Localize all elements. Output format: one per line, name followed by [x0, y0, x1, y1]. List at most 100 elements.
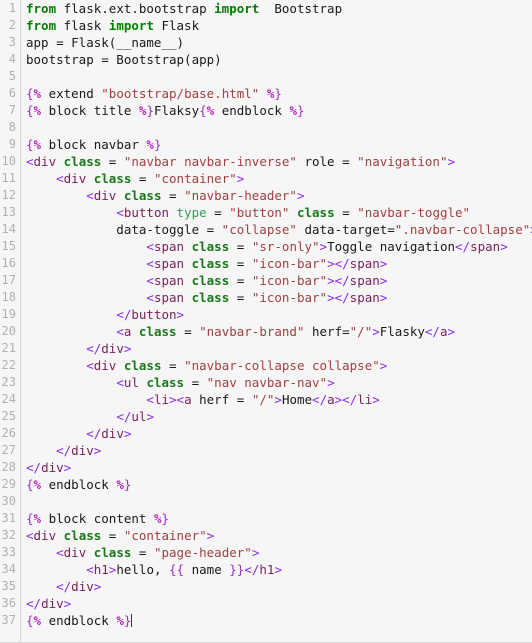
code-token: =: [229, 273, 252, 288]
code-token: class: [191, 273, 230, 288]
code-token: }: [123, 477, 132, 492]
code-line[interactable]: {% endblock %}: [22, 476, 532, 493]
code-token: <: [146, 273, 154, 288]
code-token: endblock: [41, 613, 117, 628]
code-token: <: [56, 171, 64, 186]
code-line[interactable]: <span class = "icon-bar"></span>: [22, 289, 532, 306]
code-token: endblock: [41, 477, 117, 492]
line-number: 31: [1, 511, 16, 525]
code-line[interactable]: </div>: [22, 442, 532, 459]
code-line[interactable]: <div class = "page-header">: [22, 544, 532, 561]
code-token: <: [116, 375, 124, 390]
code-editor[interactable]: 1 2 3 4 5 6 7 8 9 10 11 12 13 14 15 16 17 18 19 20 21 22 23 24 2…: [0, 0, 532, 643]
code-token: %: [289, 103, 297, 118]
code-token: <: [26, 528, 34, 543]
code-token: {: [26, 477, 34, 492]
code-token: span: [153, 290, 185, 305]
code-token: div: [71, 443, 94, 458]
code-line[interactable]: [22, 493, 532, 510]
code-line[interactable]: [22, 68, 532, 85]
code-token: >: [447, 324, 456, 339]
code-line[interactable]: {% block navbar %}: [22, 136, 532, 153]
code-token: class: [191, 290, 230, 305]
code-token: Flaksy: [153, 103, 200, 118]
code-token: }: [123, 613, 132, 628]
code-token: from: [26, 1, 57, 16]
code-token: "button": [229, 205, 290, 220]
line-number: 11: [1, 171, 16, 185]
code-line[interactable]: {% block content %}: [22, 510, 532, 527]
code-line[interactable]: {% extend "bootstrap/base.html" %}: [22, 85, 532, 102]
code-line[interactable]: <span class = "icon-bar"></span>: [22, 255, 532, 272]
code-token: block navbar: [41, 137, 147, 152]
code-token: =: [176, 324, 200, 339]
code-token: <: [86, 562, 94, 577]
code-token: %: [116, 613, 124, 628]
line-number: 3: [8, 35, 16, 49]
code-line[interactable]: </div>: [22, 425, 532, 442]
code-token: >: [327, 273, 335, 288]
line-number: 17: [1, 273, 16, 287]
code-line[interactable]: <ul class = "nav navbar-nav">: [22, 374, 532, 391]
code-token: %: [33, 511, 42, 526]
line-number: 24: [1, 392, 16, 406]
code-line[interactable]: </div>: [22, 578, 532, 595]
code-line[interactable]: </div>: [22, 340, 532, 357]
code-token: span: [349, 273, 380, 288]
code-line[interactable]: <div class = "container">: [22, 527, 532, 544]
code-line[interactable]: <h1>hello, {{ name }}</h1>: [22, 561, 532, 578]
code-token: =: [229, 256, 252, 271]
code-token: Flasky: [379, 324, 425, 339]
code-token: class: [138, 324, 177, 339]
code-line[interactable]: [22, 119, 532, 136]
code-token: {: [26, 613, 34, 628]
code-content-area[interactable]: from flask.ext.bootstrap import Bootstra…: [22, 0, 532, 642]
code-line[interactable]: </button>: [22, 306, 532, 323]
code-line[interactable]: <span class = "sr-only">Toggle navigatio…: [22, 238, 532, 255]
code-token: from: [26, 18, 57, 33]
code-line[interactable]: <div class = "navbar navbar-inverse" rol…: [22, 153, 532, 170]
code-line[interactable]: <span class = "icon-bar"></span>: [22, 272, 532, 289]
code-line[interactable]: <button type = "button" class = "navbar-…: [22, 204, 532, 221]
code-line[interactable]: <div class = "container">: [22, 170, 532, 187]
code-line[interactable]: from flask.ext.bootstrap import Bootstra…: [22, 0, 532, 17]
code-line[interactable]: <div class = "navbar-header">: [22, 187, 532, 204]
code-line[interactable]: </div>: [22, 595, 532, 612]
code-line[interactable]: <div class = "navbar-collapse collapse">: [22, 357, 532, 374]
code-token: "navbar-toggle": [357, 205, 471, 220]
code-token: "page-header": [153, 545, 252, 560]
code-token: h1: [259, 562, 275, 577]
code-token: >: [146, 409, 154, 424]
code-line[interactable]: </ul>: [22, 408, 532, 425]
line-number: 21: [1, 341, 16, 355]
line-number: 33: [1, 545, 16, 559]
code-line[interactable]: from flask import Flask: [22, 17, 532, 34]
code-token: h1: [93, 562, 109, 577]
code-line[interactable]: </div>: [22, 459, 532, 476]
line-number: 4: [8, 52, 16, 66]
code-line[interactable]: bootstrap = Bootstrap(app): [22, 51, 532, 68]
code-token: %: [116, 477, 124, 492]
code-token: li: [153, 392, 170, 407]
code-line[interactable]: <li><a herf = "/">Home</a></li>: [22, 391, 532, 408]
code-line[interactable]: data-toggle = "collapse" data-target=".n…: [22, 221, 532, 238]
code-line[interactable]: {% endblock %}: [22, 612, 532, 629]
code-token: %: [33, 613, 42, 628]
code-token: "navigation": [357, 154, 448, 169]
code-token: span: [349, 256, 380, 271]
code-line[interactable]: <a class = "navbar-brand" herf="/">Flask…: [22, 323, 532, 340]
code-line[interactable]: {% block title %}Flaksy{% endblock %}: [22, 102, 532, 119]
code-token: {: [26, 103, 34, 118]
code-line[interactable]: app = Flask(__name__): [22, 34, 532, 51]
code-token: >: [327, 290, 335, 305]
